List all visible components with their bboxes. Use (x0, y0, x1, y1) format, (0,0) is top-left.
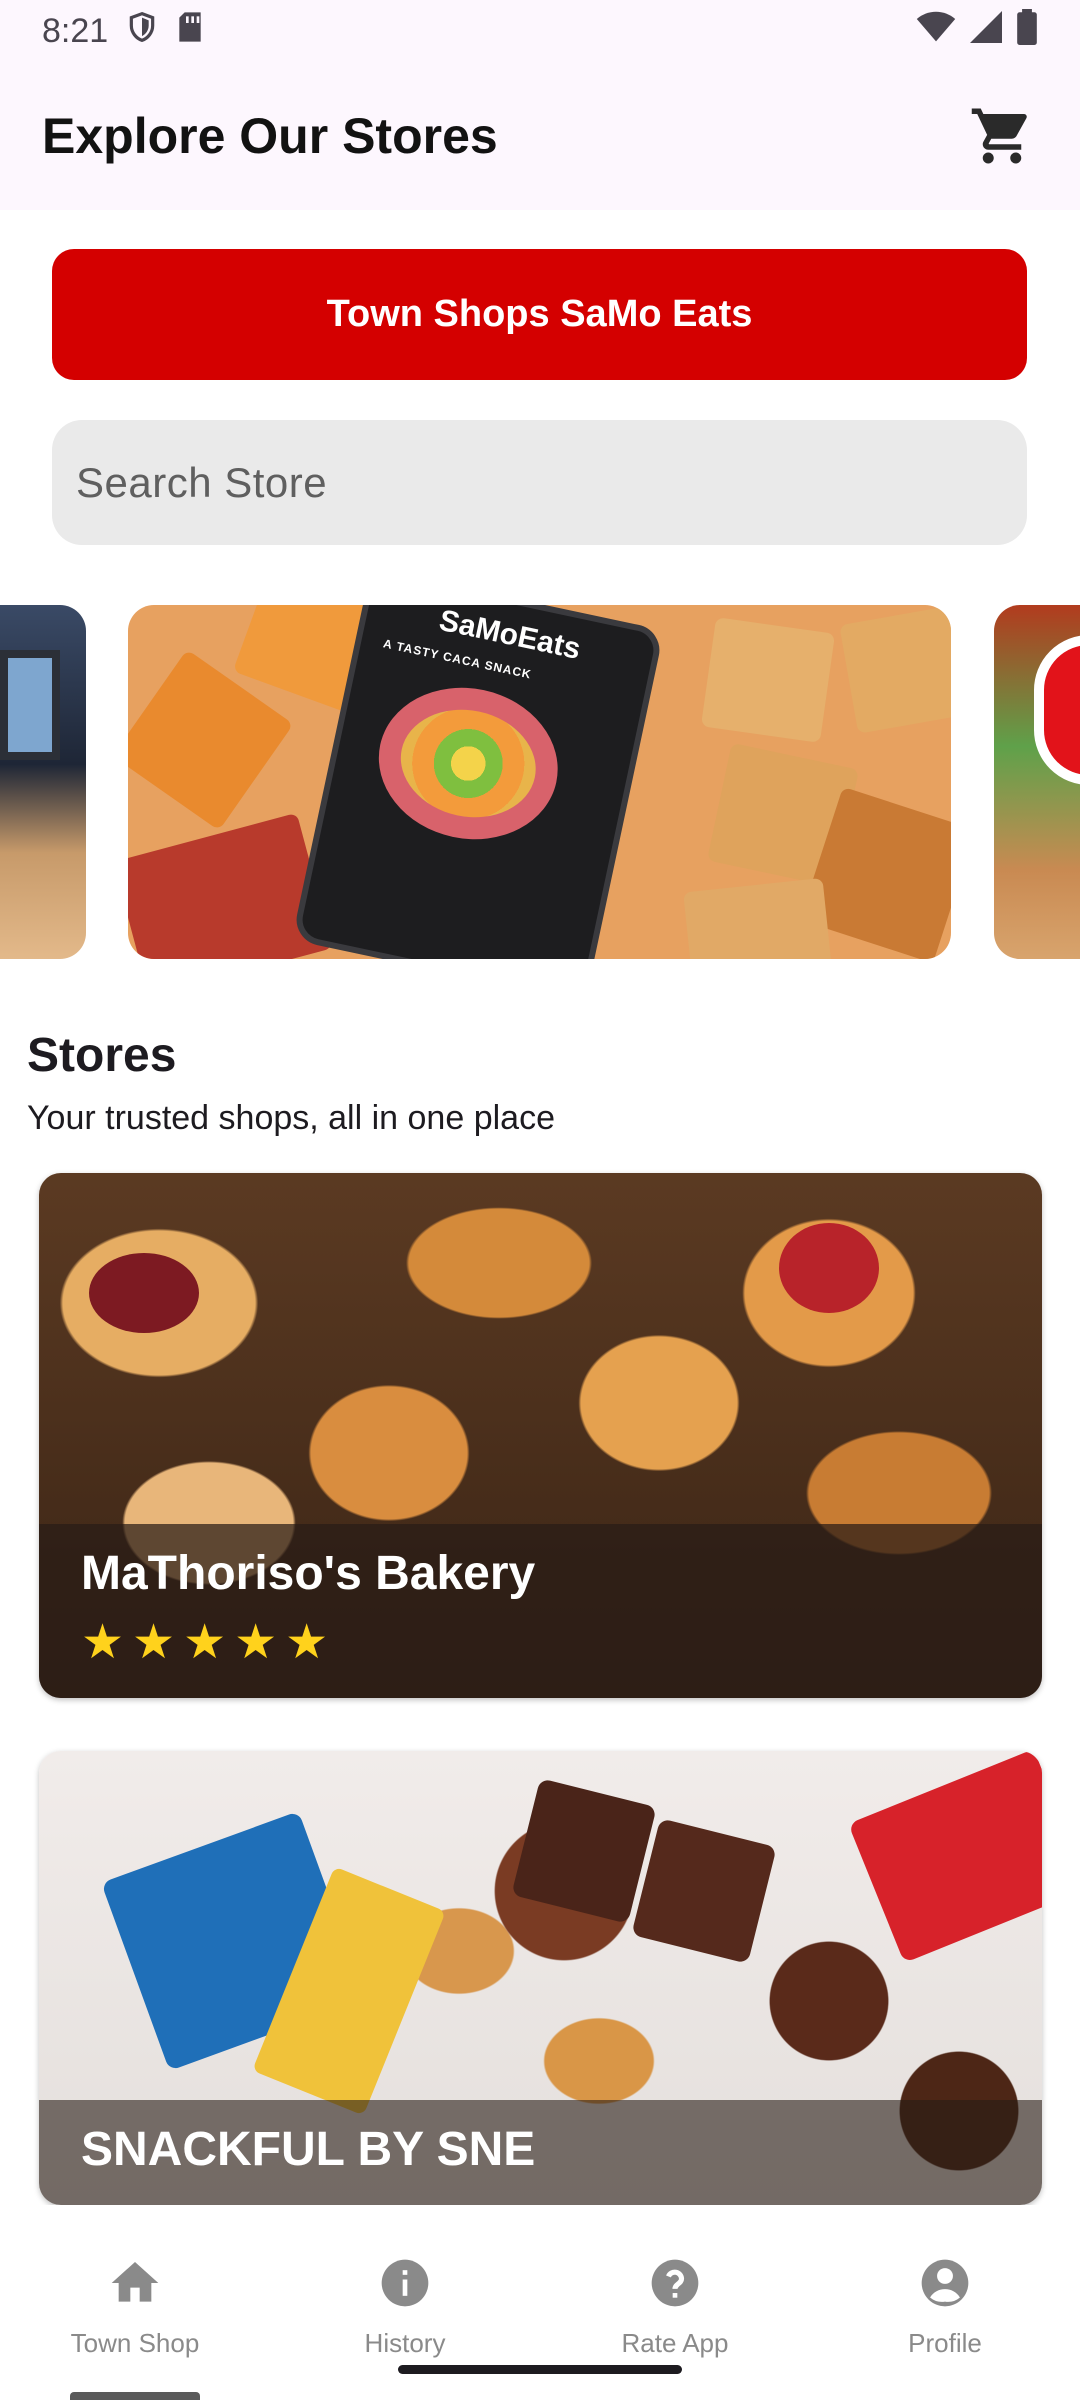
carousel-slide-samoeats[interactable]: SaMoEats A TASTY CACA SNACK (128, 605, 951, 959)
account-icon (917, 2255, 973, 2318)
help-icon (647, 2255, 703, 2318)
star-icon: ★ (183, 1616, 227, 1669)
search-input[interactable] (74, 457, 1005, 508)
store-name: SNACKFUL BY SNE (81, 2123, 536, 2176)
town-shops-button-label: Town Shops SaMo Eats (326, 293, 753, 335)
stores-section-title: Stores (27, 1029, 177, 1082)
star-icon: ★ (132, 1616, 176, 1669)
store-card-snackful[interactable]: SNACKFUL BY SNE (39, 1751, 1042, 2205)
stores-section-subtitle: Your trusted shops, all in one place (27, 1099, 555, 1137)
info-icon (377, 2255, 433, 2318)
snack-bowl-image (364, 671, 572, 856)
page-title: Explore Our Stores (42, 108, 498, 164)
edge-handle (70, 2392, 200, 2400)
nav-label: Rate App (621, 2328, 729, 2358)
store-name: MaThoriso's Bakery (81, 1547, 536, 1600)
nav-label: History (364, 2328, 446, 2358)
signal-icon (970, 10, 1002, 52)
store-card-overlay: MaThoriso's Bakery ★ ★ ★ ★ ★ (39, 1524, 1042, 1698)
star-icon: ★ (234, 1616, 278, 1669)
status-bar: 8:21 (0, 0, 1080, 62)
store-rating: ★ ★ ★ ★ ★ (81, 1619, 1000, 1667)
star-icon: ★ (81, 1616, 125, 1669)
shield-icon (126, 10, 158, 53)
cart-icon[interactable] (966, 100, 1038, 172)
store-card-overlay: SNACKFUL BY SNE (39, 2100, 1042, 2205)
promo-carousel[interactable]: SaMoEats A TASTY CACA SNACK (0, 605, 1080, 959)
sd-card-icon (176, 11, 204, 52)
battery-icon (1016, 8, 1038, 54)
home-icon (107, 2255, 163, 2318)
nav-item-profile[interactable]: Profile (810, 2205, 1080, 2400)
wifi-icon (916, 11, 956, 52)
nav-label: Town Shop (70, 2328, 200, 2358)
nav-item-town-shop[interactable]: Town Shop (0, 2205, 270, 2400)
status-time: 8:21 (42, 11, 109, 50)
store-card-bakery[interactable]: MaThoriso's Bakery ★ ★ ★ ★ ★ (39, 1173, 1042, 1698)
home-indicator[interactable] (398, 2365, 682, 2374)
town-shops-button[interactable]: Town Shops SaMo Eats (52, 249, 1027, 380)
nav-label: Profile (908, 2328, 982, 2358)
carousel-slide-prev[interactable] (0, 605, 86, 959)
app-bar: Explore Our Stores (0, 62, 1080, 210)
star-icon: ★ (285, 1616, 329, 1669)
carousel-slide-next[interactable] (994, 605, 1080, 959)
search-store-field[interactable] (52, 420, 1027, 545)
